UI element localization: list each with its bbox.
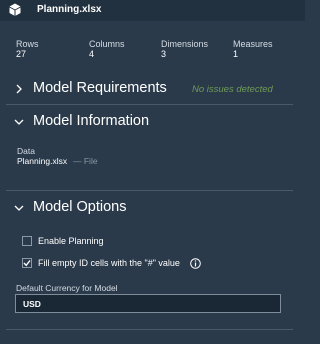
dimensions-label: Dimensions: [161, 39, 209, 49]
status-text: No issues detected: [192, 84, 273, 95]
chevron-down-icon: [14, 119, 24, 125]
rows-label: Rows: [16, 39, 39, 49]
data-file-name: Planning.xlsx: [17, 156, 68, 166]
section-title: Model Requirements: [33, 80, 167, 96]
checkmark-icon: [23, 260, 31, 267]
dimensions-value: 3: [161, 49, 167, 59]
fill-empty-id-label: Fill empty ID cells with the "#" value: [38, 258, 180, 268]
divider: [6, 329, 293, 330]
panel-title: Planning.xlsx: [37, 4, 102, 15]
cube-icon: [9, 3, 21, 16]
section-model-requirements[interactable]: Model Requirements No issues detected: [0, 80, 305, 98]
section-title: Model Information: [33, 113, 150, 129]
divider: [6, 190, 293, 191]
enable-planning-label: Enable Planning: [38, 236, 104, 246]
section-model-information[interactable]: Model Information: [0, 113, 305, 131]
currency-input[interactable]: USD: [15, 294, 281, 313]
data-label: Data: [17, 146, 35, 156]
rows-value: 27: [16, 49, 27, 59]
panel-header: Planning.xlsx: [0, 0, 305, 21]
columns-label: Columns: [89, 39, 125, 49]
columns-value: 4: [89, 49, 95, 59]
currency-label: Default Currency for Model: [16, 283, 118, 293]
data-file-type: — File: [73, 156, 98, 166]
enable-planning-checkbox[interactable]: [22, 236, 32, 246]
section-model-options[interactable]: Model Options: [0, 199, 305, 217]
divider: [6, 104, 293, 105]
chevron-right-icon: [16, 84, 22, 94]
chevron-down-icon: [14, 205, 24, 211]
info-icon[interactable]: [190, 258, 201, 269]
section-title: Model Options: [33, 199, 127, 215]
measures-value: 1: [233, 49, 239, 59]
fill-empty-id-checkbox[interactable]: [22, 258, 32, 268]
measures-label: Measures: [233, 39, 273, 49]
